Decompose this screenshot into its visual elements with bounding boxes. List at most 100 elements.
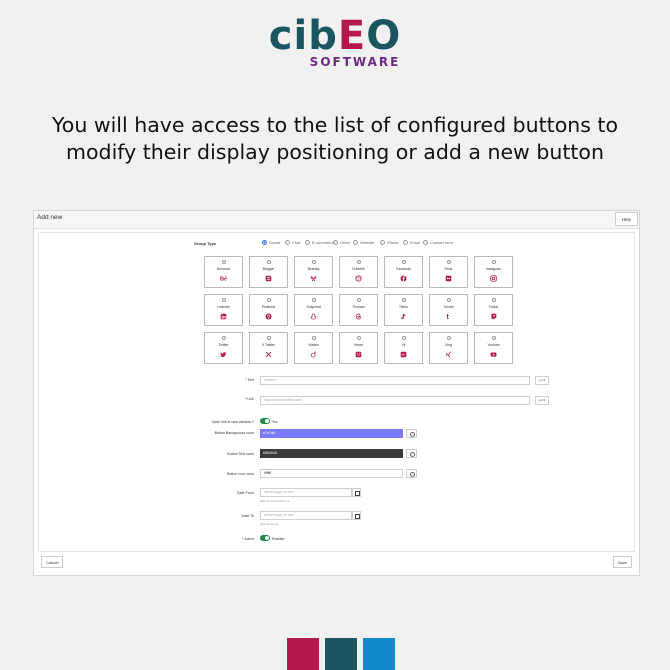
brand-square-teal (325, 638, 357, 670)
twitch-icon (491, 313, 497, 320)
radio-icon (401, 298, 406, 302)
radio-icon (356, 336, 361, 340)
window-footer: Cancel Save (38, 552, 635, 572)
twitter-icon (220, 352, 227, 358)
group-type-option-social[interactable]: Social (262, 240, 280, 245)
brand-square-blue (363, 638, 395, 670)
new-window-toggle[interactable] (260, 418, 270, 424)
network-tile-vk[interactable]: Vk vk (384, 332, 423, 364)
network-name: Threads (352, 305, 365, 309)
group-type-option-website[interactable]: Website (353, 240, 374, 245)
network-name: Dribbble (352, 267, 365, 271)
network-tile-youtube[interactable]: Youtube (474, 332, 513, 364)
radio-icon (221, 336, 226, 340)
radio-icon (266, 260, 271, 264)
date-from-calendar-icon[interactable] (352, 488, 361, 497)
network-tile-linkedin[interactable]: LinkedIn (204, 294, 243, 326)
network-tile-blogger[interactable]: Blogger (249, 256, 288, 288)
network-tile-twitter[interactable]: Twitter (204, 332, 243, 364)
network-name: Flickr (444, 267, 453, 271)
radio-icon (380, 240, 385, 245)
radio-icon (491, 260, 496, 264)
group-type-option-chat[interactable]: Chat (285, 240, 300, 245)
linkedin-icon (220, 313, 227, 320)
radio-icon (401, 336, 406, 340)
behance-icon: Bē (220, 277, 227, 282)
network-tile-tumblr[interactable]: Tumblr t (429, 294, 468, 326)
help-button[interactable]: Help (614, 212, 638, 226)
network-name: Youtube (487, 343, 500, 347)
cancel-button[interactable]: Cancel (41, 556, 64, 568)
radio-icon (221, 260, 226, 264)
flickr-icon (445, 275, 452, 282)
radio-icon (305, 240, 310, 245)
radio-icon (423, 240, 428, 245)
group-type-option-other[interactable]: Other (333, 240, 350, 245)
network-name: Pinterest (261, 305, 276, 309)
network-name: X Twitter (261, 343, 276, 347)
viadeo-icon (310, 351, 317, 358)
window-header: Add new Help (34, 211, 639, 229)
network-tile-viadeo[interactable]: Viadeo (294, 332, 333, 364)
x-twitter-icon (265, 351, 272, 358)
group-type-label: Group Type (194, 241, 217, 246)
network-name: Bluesky (307, 267, 320, 271)
date-from-label: Date From (237, 491, 254, 495)
instagram-icon (490, 275, 497, 282)
save-button[interactable]: Save (612, 556, 632, 568)
logo-part-2: E (337, 13, 367, 59)
text-color-picker-icon[interactable] (406, 449, 417, 458)
network-tile-x-twitter[interactable]: X Twitter (249, 332, 288, 364)
bg-color-input[interactable]: #7a7aff (260, 429, 403, 438)
radio-icon (446, 336, 451, 340)
xing-icon (446, 351, 451, 358)
network-tile-snapchat[interactable]: Snapchat (294, 294, 333, 326)
radio-icon (403, 240, 408, 245)
radio-icon (311, 298, 316, 302)
network-tile-vimeo[interactable]: Vimeo (339, 332, 378, 364)
network-tile-xing[interactable]: Xing (429, 332, 468, 364)
network-tile-pinterest[interactable]: Pinterest (249, 294, 288, 326)
network-tile-dribbble[interactable]: Dribbble (339, 256, 378, 288)
new-window-label: Open link in new window ? (211, 420, 254, 424)
logo-wordmark: cibEO (0, 14, 670, 58)
group-type-option-email[interactable]: Email (403, 240, 420, 245)
radio-icon (221, 298, 226, 302)
add-new-window: Add new Help Group Type Social Chat E-co… (33, 210, 640, 576)
group-type-option-phone[interactable]: Phone (380, 240, 399, 245)
vimeo-icon (355, 351, 362, 358)
date-to-hint: date and time (260, 522, 279, 526)
network-tile-bluesky[interactable]: Bluesky (294, 256, 333, 288)
network-tile-flickr[interactable]: Flickr (429, 256, 468, 288)
date-from-input[interactable]: dd/mm/yyyy hh:mm (260, 488, 352, 497)
network-tile-facebook[interactable]: Facebook (384, 256, 423, 288)
icon-color-input[interactable]: #ffffff (260, 469, 403, 478)
date-to-input[interactable]: dd/mm/yyyy hh:mm (260, 511, 352, 520)
text-input[interactable]: Linkedin (260, 376, 530, 385)
network-name: Instagram (485, 267, 502, 271)
link-input[interactable]: https://www.linkedin.com/ (260, 396, 530, 405)
network-tile-threads[interactable]: Threads (339, 294, 378, 326)
radio-icon (353, 240, 358, 245)
network-tile-instagram[interactable]: Instagram (474, 256, 513, 288)
icon-color-picker-icon[interactable] (406, 469, 417, 478)
svg-text:Bē: Bē (220, 277, 227, 282)
date-to-calendar-icon[interactable] (352, 511, 361, 520)
threads-icon (355, 313, 361, 320)
text-language-select[interactable]: en ▾ (535, 376, 549, 385)
pinterest-icon (265, 313, 272, 320)
link-language-select[interactable]: en ▾ (535, 396, 549, 405)
radio-icon (333, 240, 338, 245)
network-tile-twitch[interactable]: Twitch (474, 294, 513, 326)
network-tile-tiktok[interactable]: Tiktok (384, 294, 423, 326)
logo: cibEO SOFTWARE (0, 14, 670, 69)
text-color-input[interactable]: #454545 (260, 449, 403, 458)
network-tile-behance[interactable]: Behance Bē (204, 256, 243, 288)
bg-color-picker-icon[interactable] (406, 429, 417, 438)
radio-icon (401, 260, 406, 264)
active-toggle[interactable] (260, 535, 270, 541)
group-type-option-ecommerce[interactable]: E-commerce (305, 240, 335, 245)
group-type-option-contact-form[interactable]: Contact form (423, 240, 453, 245)
network-name: Tiktok (399, 305, 408, 309)
radio-icon (356, 260, 361, 264)
